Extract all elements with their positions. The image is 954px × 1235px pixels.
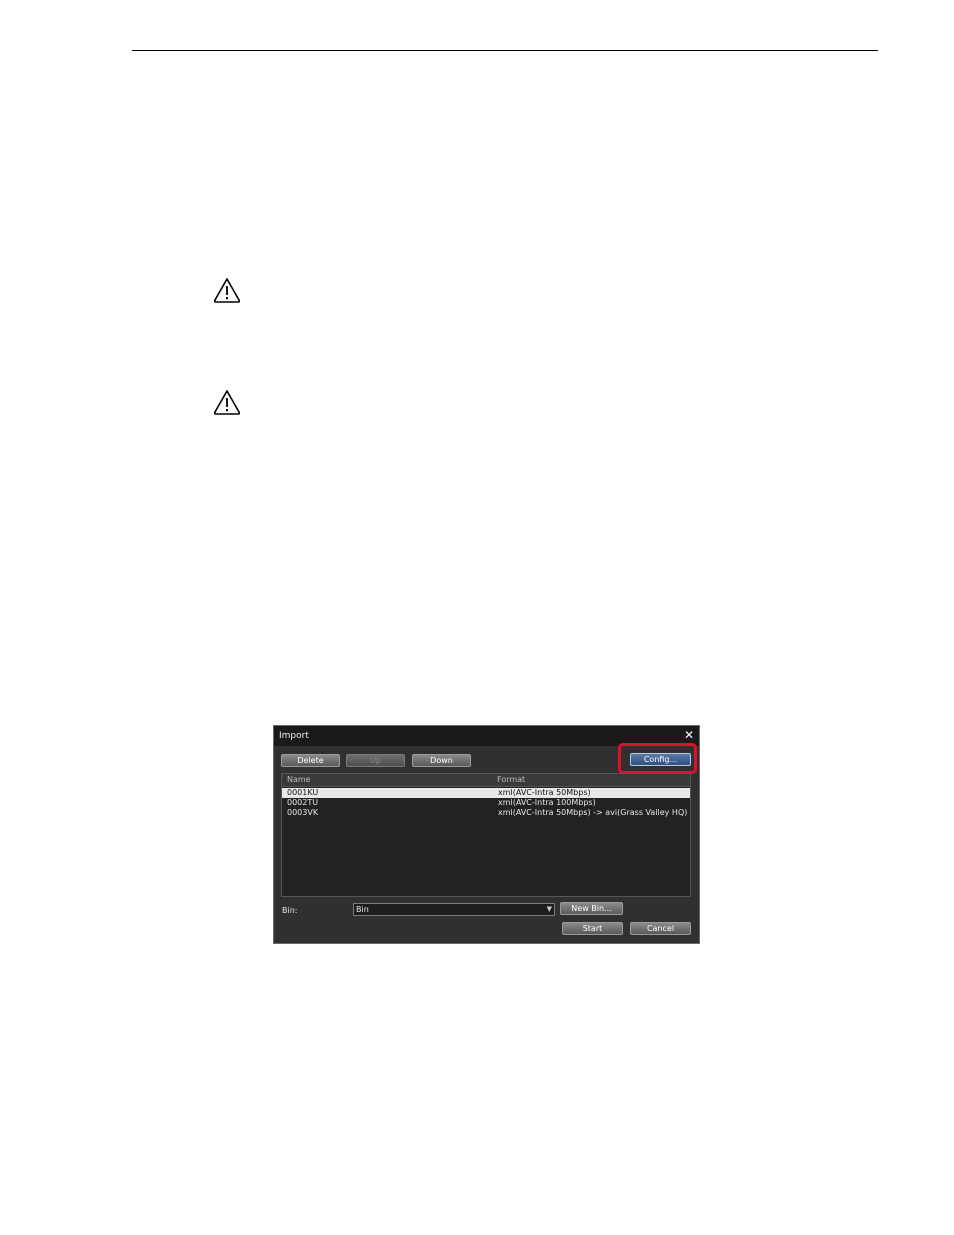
list-header: Name Format — [282, 774, 690, 787]
row-name: 0002TU — [287, 798, 319, 807]
down-button[interactable]: Down — [412, 754, 471, 767]
new-bin-button[interactable]: New Bin... — [560, 902, 623, 915]
row-name: 0001KU — [287, 788, 319, 797]
dialog-title: Import — [279, 731, 309, 741]
bin-select[interactable]: Bin ▼ — [353, 903, 555, 916]
list-row[interactable]: 0003VK xml(AVC-Intra 50Mbps) -> avi(Gras… — [282, 808, 690, 818]
column-header-name[interactable]: Name — [287, 775, 311, 784]
start-button[interactable]: Start — [562, 922, 623, 935]
cancel-button[interactable]: Cancel — [630, 922, 691, 935]
chevron-down-icon[interactable]: ▼ — [547, 904, 552, 915]
list-row[interactable]: 0002TU xml(AVC-Intra 100Mbps) — [282, 798, 690, 808]
row-format: xml(AVC-Intra 50Mbps) -> avi(Grass Valle… — [498, 808, 688, 817]
warning-icon — [212, 388, 242, 416]
config-highlight-box — [618, 743, 697, 774]
header-rule — [132, 50, 878, 51]
import-list[interactable]: Name Format 0001KU xml(AVC-Intra 50Mbps)… — [281, 773, 691, 897]
up-button[interactable]: Up — [346, 754, 405, 767]
row-format: xml(AVC-Intra 100Mbps) — [498, 798, 596, 807]
row-name: 0003VK — [287, 808, 319, 817]
bin-select-value: Bin — [356, 905, 369, 914]
close-icon[interactable]: ✕ — [684, 728, 694, 742]
import-dialog: Import ✕ Delete Up Down Config... Name F… — [273, 725, 700, 944]
row-format: xml(AVC-Intra 50Mbps) — [498, 788, 591, 797]
column-header-format[interactable]: Format — [497, 775, 525, 784]
list-row[interactable]: 0001KU xml(AVC-Intra 50Mbps) — [282, 788, 690, 798]
delete-button[interactable]: Delete — [281, 754, 340, 767]
bin-label: Bin: — [282, 906, 298, 915]
warning-icon — [212, 276, 242, 304]
